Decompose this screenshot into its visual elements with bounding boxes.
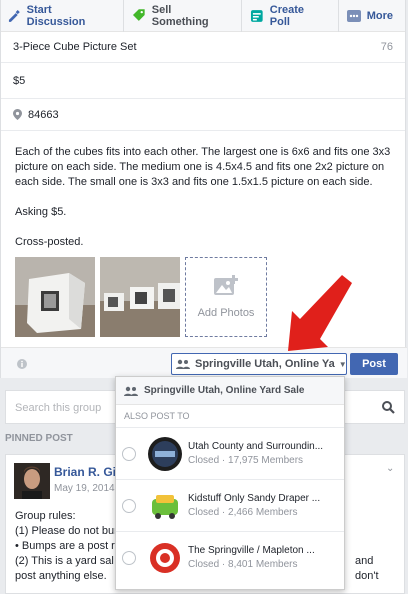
info-icon bbox=[17, 359, 27, 369]
chevron-down-icon[interactable]: ⌄ bbox=[386, 463, 394, 474]
rule-line: (1) Please do not bur bbox=[15, 525, 118, 537]
price-value: $5 bbox=[13, 74, 26, 87]
group-name: The Springville / Mapleton ... bbox=[188, 545, 315, 556]
price-field[interactable]: $5 bbox=[1, 63, 405, 99]
location-pin-icon bbox=[13, 109, 22, 120]
group-option[interactable]: The Springville / Mapleton ... Closed · … bbox=[116, 531, 344, 583]
cube-photo-image bbox=[100, 257, 180, 337]
photo-strip: Add Photos bbox=[15, 257, 267, 337]
post-body: Group rules: (1) Please do not bur • Bum… bbox=[15, 509, 379, 584]
location-value: 84663 bbox=[28, 108, 59, 121]
pencil-icon bbox=[8, 9, 20, 22]
title-field[interactable]: 3-Piece Cube Picture Set 76 bbox=[1, 32, 405, 63]
tab-start-discussion[interactable]: Start Discussion bbox=[1, 0, 123, 32]
group-thumbnail bbox=[148, 540, 182, 575]
description-paragraph: Asking $5. bbox=[15, 206, 67, 218]
group-icon bbox=[176, 359, 190, 369]
description-paragraph: Cross-posted. bbox=[15, 236, 84, 248]
post-date[interactable]: May 19, 2014 bbox=[54, 483, 115, 494]
rule-line: post anything else. bbox=[15, 570, 107, 582]
radio-button[interactable] bbox=[122, 550, 136, 565]
post-button[interactable]: Post bbox=[350, 353, 398, 375]
title-value: 3-Piece Cube Picture Set bbox=[13, 41, 137, 53]
rules-title: Group rules: bbox=[15, 510, 76, 522]
more-icon bbox=[346, 9, 361, 22]
current-group-name: Springville Utah, Online Yard Sale bbox=[144, 385, 305, 396]
tag-icon bbox=[133, 8, 145, 21]
also-post-to-heading: ALSO POST TO bbox=[124, 411, 190, 421]
radio-button[interactable] bbox=[122, 498, 136, 513]
group-name: Kidstuff Only Sandy Draper ... bbox=[188, 493, 321, 504]
tab-sell-something[interactable]: Sell Something bbox=[123, 0, 241, 32]
poll-icon bbox=[251, 9, 263, 22]
description-field[interactable]: Each of the cubes fits into each other. … bbox=[1, 131, 405, 250]
group-option[interactable]: Kidstuff Only Sandy Draper ... Closed · … bbox=[116, 479, 344, 531]
group-status: Closed · 17,975 Members bbox=[188, 455, 304, 466]
group-status: Closed · 2,466 Members bbox=[188, 507, 298, 518]
chevron-down-icon: ▼ bbox=[338, 359, 347, 369]
description-paragraph: Each of the cubes fits into each other. … bbox=[15, 146, 391, 188]
red-arrow-annotation bbox=[288, 275, 352, 351]
composer-tabs: Start Discussion Sell Something Create P… bbox=[1, 0, 405, 32]
audience-selector[interactable]: Springville Utah, Online Ya ▼ bbox=[171, 353, 347, 375]
group-option[interactable]: Utah County and Surroundin... Closed · 1… bbox=[116, 427, 344, 479]
tab-more[interactable]: More bbox=[337, 0, 405, 32]
add-photos-button[interactable]: Add Photos bbox=[185, 257, 267, 337]
search-icon[interactable] bbox=[382, 401, 395, 414]
group-thumbnail bbox=[148, 488, 182, 523]
pinned-post-heading: PINNED POST bbox=[5, 433, 73, 444]
group-icon bbox=[124, 386, 138, 396]
cube-photo-image bbox=[15, 257, 95, 337]
group-status: Closed · 8,401 Members bbox=[188, 559, 298, 570]
location-field[interactable]: 84663 bbox=[1, 99, 405, 131]
audience-label: Springville Utah, Online Ya bbox=[195, 358, 335, 370]
group-name: Utah County and Surroundin... bbox=[188, 441, 324, 452]
current-group-option[interactable]: Springville Utah, Online Yard Sale bbox=[116, 377, 344, 405]
add-photos-label: Add Photos bbox=[197, 307, 255, 319]
avatar[interactable] bbox=[14, 463, 50, 499]
add-photo-icon bbox=[214, 275, 238, 295]
audience-dropdown: Springville Utah, Online Yard Sale ALSO … bbox=[115, 376, 345, 590]
tab-create-poll[interactable]: Create Poll bbox=[241, 0, 338, 32]
title-char-count: 76 bbox=[380, 41, 393, 53]
photo-thumbnail[interactable] bbox=[100, 257, 180, 337]
post-author[interactable]: Brian R. Gib bbox=[54, 465, 123, 479]
rule-line: (2) This is a yard sal and don't bbox=[15, 555, 379, 582]
radio-button[interactable] bbox=[122, 446, 136, 461]
search-input[interactable]: Search this group bbox=[15, 402, 101, 414]
group-thumbnail bbox=[148, 436, 182, 471]
photo-thumbnail[interactable] bbox=[15, 257, 95, 337]
rule-line: • Bumps are a post r bbox=[15, 540, 115, 552]
